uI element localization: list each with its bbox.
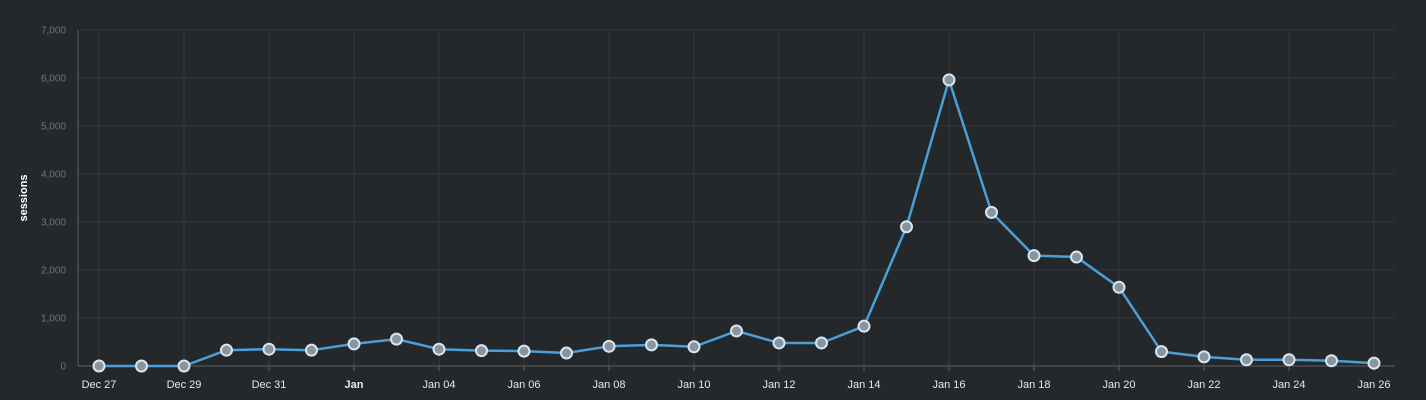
x-tick-label: Jan 12 bbox=[762, 379, 795, 391]
data-point[interactable] bbox=[687, 340, 701, 354]
data-point[interactable] bbox=[390, 332, 403, 346]
y-tick-label: 7,000 bbox=[41, 26, 66, 37]
x-tick-label: Jan 16 bbox=[932, 379, 965, 391]
data-point[interactable] bbox=[1197, 350, 1211, 364]
data-point[interactable] bbox=[857, 319, 871, 333]
x-tick-label: Jan bbox=[345, 379, 364, 391]
data-point[interactable] bbox=[475, 344, 488, 358]
data-point[interactable] bbox=[1282, 353, 1296, 367]
data-point[interactable] bbox=[262, 342, 276, 356]
x-tick-label: Dec 29 bbox=[167, 379, 202, 391]
x-tick-label: Jan 24 bbox=[1272, 379, 1305, 391]
data-point[interactable] bbox=[177, 359, 191, 373]
data-point[interactable] bbox=[942, 73, 956, 87]
x-tick-label: Jan 22 bbox=[1187, 379, 1220, 391]
data-point[interactable] bbox=[815, 336, 828, 350]
data-point[interactable] bbox=[1027, 249, 1041, 263]
x-axis-ticks: Dec 27 Dec 29 Dec 31 Jan Jan 04 Jan 06 Jan 08 J… bbox=[82, 379, 1391, 391]
data-point[interactable] bbox=[900, 220, 913, 234]
y-tick-label: 4,000 bbox=[41, 170, 66, 181]
data-point[interactable] bbox=[602, 339, 616, 353]
y-tick-label: 5,000 bbox=[41, 122, 66, 133]
x-tick-label: Jan 10 bbox=[677, 379, 710, 391]
data-point[interactable] bbox=[432, 342, 446, 356]
y-tick-label: 1,000 bbox=[41, 314, 66, 325]
chart-grid bbox=[78, 29, 1395, 366]
data-point[interactable] bbox=[560, 346, 573, 360]
x-tick-label: Jan 26 bbox=[1357, 379, 1390, 391]
data-point[interactable] bbox=[135, 359, 148, 373]
data-point[interactable] bbox=[1367, 356, 1381, 370]
data-point[interactable] bbox=[1155, 345, 1168, 359]
line-chart: 0 1,000 2,000 3,000 4,000 5,000 6,000 7,000 Dec… bbox=[18, 26, 1395, 391]
series-line bbox=[99, 78, 1375, 368]
x-tick-label: Dec 31 bbox=[252, 379, 287, 391]
chart-axes bbox=[77, 30, 1395, 371]
y-axis-label: sessions bbox=[18, 174, 30, 221]
x-tick-label: Jan 14 bbox=[847, 379, 880, 391]
y-axis-ticks: 0 1,000 2,000 3,000 4,000 5,000 6,000 7,000 bbox=[41, 26, 66, 373]
data-point[interactable] bbox=[220, 343, 233, 357]
y-tick-label: 2,000 bbox=[41, 266, 66, 277]
x-tick-label: Jan 20 bbox=[1102, 379, 1135, 391]
data-point[interactable] bbox=[1112, 280, 1126, 294]
data-point[interactable] bbox=[1325, 354, 1338, 368]
data-point[interactable] bbox=[92, 359, 106, 373]
x-tick-label: Jan 04 bbox=[422, 379, 455, 391]
data-point[interactable] bbox=[305, 343, 318, 357]
x-tick-label: Dec 27 bbox=[82, 379, 117, 391]
data-point[interactable] bbox=[645, 338, 658, 352]
data-point[interactable] bbox=[985, 205, 998, 219]
data-point[interactable] bbox=[1070, 250, 1083, 264]
data-point[interactable] bbox=[730, 324, 743, 338]
y-tick-label: 6,000 bbox=[41, 74, 66, 85]
data-point[interactable] bbox=[1240, 353, 1253, 367]
series-sessions bbox=[92, 73, 1381, 373]
data-point[interactable] bbox=[517, 344, 531, 358]
x-tick-label: Jan 08 bbox=[592, 379, 625, 391]
y-tick-label: 0 bbox=[60, 362, 66, 373]
x-tick-label: Jan 18 bbox=[1017, 379, 1050, 391]
y-tick-label: 3,000 bbox=[41, 218, 66, 229]
x-tick-label: Jan 06 bbox=[507, 379, 540, 391]
data-point[interactable] bbox=[347, 337, 361, 351]
data-point[interactable] bbox=[772, 336, 786, 350]
